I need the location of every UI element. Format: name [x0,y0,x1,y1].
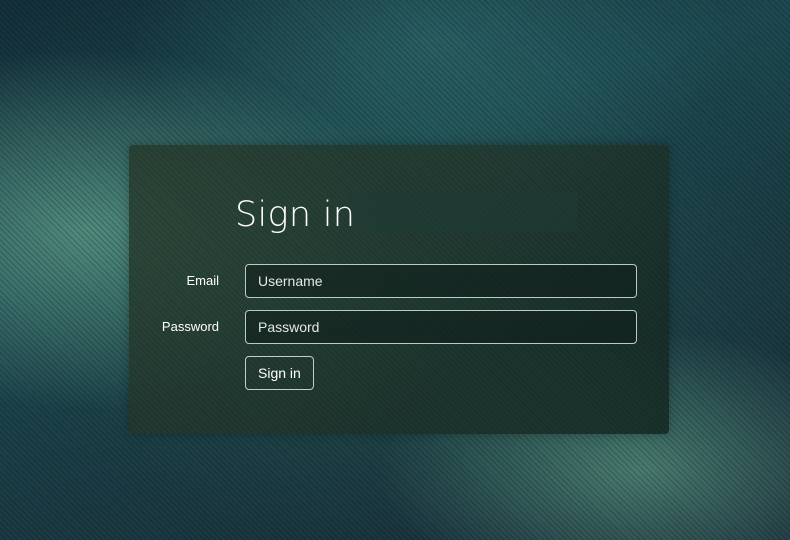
sign-in-button[interactable]: Sign in [245,356,314,390]
email-field[interactable] [245,264,637,298]
email-label: Email [186,273,219,288]
login-panel: Sign in Email Password Sign in [129,145,669,434]
title-highlight [349,192,577,232]
password-field[interactable] [245,310,637,344]
password-label: Password [161,319,219,334]
page-title: Sign in [235,195,356,235]
